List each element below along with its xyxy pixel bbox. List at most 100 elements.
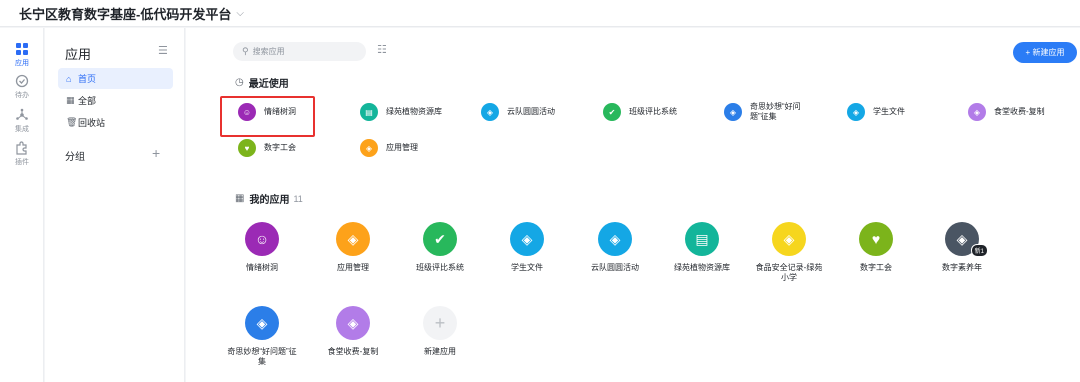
app-icon: ♥	[859, 222, 893, 256]
app-icon: ◈	[772, 222, 806, 256]
recent-app-label: 数字工会	[264, 143, 296, 152]
integration-icon	[16, 108, 28, 120]
rail-label: 应用	[15, 60, 29, 67]
app-tile[interactable]: ✔ 班级评比系统	[405, 222, 475, 273]
recent-app-label: 云队圆圆活动	[507, 107, 555, 116]
app-tile[interactable]: ◈ 应用管理	[318, 222, 388, 273]
app-tile[interactable]: ◈ 食品安全记录-绿苑小学	[754, 222, 824, 283]
app-label: 新建应用	[424, 347, 456, 356]
group-label: 分组	[65, 152, 85, 163]
recent-app-item[interactable]: ♥ 数字工会	[238, 133, 296, 163]
recent-app-item[interactable]: ✔ 班级评比系统	[603, 97, 677, 127]
recent-app-item[interactable]: ◈ 奇思妙想“好问题”征集	[724, 97, 812, 127]
app-tile[interactable]: ◈ 学生文件	[492, 222, 562, 273]
check-circle-icon	[15, 74, 29, 88]
search-icon: ⚲	[242, 46, 249, 56]
app-icon: ▤	[685, 222, 719, 256]
recent-app-label: 绿苑植物资源库	[386, 107, 442, 116]
recent-app-item[interactable]: ◈ 学生文件	[847, 97, 905, 127]
app-icon: ◈	[510, 222, 544, 256]
sidebar-item-label: 全部	[78, 96, 97, 106]
rail-label: 待办	[15, 92, 29, 99]
my-apps-count: 11	[293, 193, 303, 204]
recent-app-item[interactable]: ◈ 应用管理	[360, 133, 418, 163]
platform-title[interactable]: 长宁区教育数字基座-低代码开发平台	[19, 4, 231, 23]
plus-icon: +	[423, 306, 457, 340]
collapse-menu-icon[interactable]: ☰	[158, 44, 168, 57]
add-group-icon[interactable]: +	[152, 145, 160, 161]
plugin-icon	[16, 141, 27, 155]
recent-app-label: 应用管理	[386, 143, 418, 152]
app-label: 班级评比系统	[416, 263, 464, 272]
app-icon: ◈ 新1	[945, 222, 988, 257]
search-placeholder: 搜索应用	[252, 47, 285, 56]
top-bar: 长宁区教育数字基座-低代码开发平台 ⌵	[0, 0, 1080, 27]
app-label: 食品安全记录-绿苑小学	[755, 263, 823, 282]
app-label: 情绪树洞	[246, 263, 278, 272]
app-tile[interactable]: ♥ 数字工会	[841, 222, 911, 273]
app-tile[interactable]: ◈ 云队圆圆活动	[580, 222, 650, 273]
recent-app-item[interactable]: ◈ 云队圆圆活动	[481, 97, 555, 127]
clock-icon: ◷	[235, 77, 244, 88]
app-icon: ♥	[238, 139, 256, 157]
app-tile[interactable]: ☺ 情绪树洞	[227, 222, 297, 273]
app-tile[interactable]: ▤ 绿苑植物资源库	[667, 222, 737, 273]
app-icon: ◈	[336, 306, 370, 340]
app-label: 数字素养年	[942, 263, 982, 272]
chevron-down-icon[interactable]: ⌵	[236, 8, 244, 19]
filter-icon[interactable]: ☷	[377, 43, 387, 56]
app-icon: ◈	[481, 103, 499, 121]
app-tile[interactable]: ◈ 奇思妙想“好问题”征集	[227, 306, 297, 367]
recent-app-label: 班级评比系统	[629, 107, 677, 116]
app-icon: ◈	[598, 222, 632, 256]
app-icon: ◈	[724, 103, 742, 121]
app-sidebar: 应用 ☰ ⌂ 首页 ▦ 全部 🗑 回收站 分组 +	[45, 28, 185, 382]
trash-icon: 🗑	[66, 117, 78, 127]
app-tile[interactable]: ◈ 新1 数字素养年	[927, 222, 997, 273]
rail-label: 集成	[15, 126, 29, 133]
app-icon: ◈	[847, 103, 865, 121]
my-apps-heading: ▦ 我的应用 11	[235, 191, 303, 206]
app-icon: ✔	[423, 222, 457, 256]
recent-heading: ◷ 最近使用	[235, 75, 289, 90]
sidebar-item-all[interactable]: ▦ 全部	[58, 90, 173, 111]
app-label: 学生文件	[511, 263, 543, 272]
recent-app-item[interactable]: ▤ 绿苑植物资源库	[360, 97, 442, 127]
recent-heading-text: 最近使用	[248, 79, 289, 90]
left-rail: 应用 待办 集成 插件	[0, 28, 44, 382]
home-icon: ⌂	[66, 73, 72, 84]
new-app-button[interactable]: + 新建应用	[1013, 42, 1077, 63]
app-label: 应用管理	[337, 263, 369, 272]
app-tile[interactable]: ◈ 食堂收费-复制	[318, 306, 388, 357]
sidebar-item-home[interactable]: ⌂ 首页	[58, 68, 173, 89]
search-input[interactable]: ⚲ 搜索应用	[233, 42, 366, 61]
recent-app-label: 食堂收费-复制	[994, 107, 1045, 116]
rail-item-apps[interactable]: 应用	[0, 42, 44, 68]
sidebar-item-label: 首页	[78, 74, 97, 84]
rail-item-todo[interactable]: 待办	[0, 74, 44, 100]
recent-app-label: 情绪树洞	[264, 107, 296, 116]
recent-app-item[interactable]: ☺ 情绪树洞	[238, 97, 296, 127]
recent-app-item[interactable]: ◈ 食堂收费-复制	[968, 97, 1045, 127]
app-icon: ◈	[968, 103, 986, 121]
new-app-tile[interactable]: + 新建应用	[405, 306, 475, 357]
sidebar-item-trash[interactable]: 🗑 回收站	[58, 112, 173, 133]
app-icon: ✔	[603, 103, 621, 121]
app-icon: ☺	[238, 103, 256, 121]
app-label: 数字工会	[860, 263, 892, 272]
grid-icon: ▦	[66, 95, 75, 105]
rail-item-plugin[interactable]: 插件	[0, 141, 44, 167]
rail-label: 插件	[15, 159, 29, 166]
apps-grid-icon	[16, 43, 28, 55]
grid-icon: ▦	[235, 193, 245, 204]
app-label: 绿苑植物资源库	[674, 263, 730, 272]
sidebar-title: 应用	[65, 47, 92, 62]
recent-app-label: 奇思妙想“好问题”征集	[750, 102, 801, 121]
app-icon: ◈	[245, 306, 279, 340]
rail-item-integration[interactable]: 集成	[0, 108, 44, 134]
my-apps-heading-text: 我的应用	[249, 195, 290, 206]
app-icon: ◈	[336, 222, 370, 256]
app-icon: ◈	[360, 139, 378, 157]
app-label: 食堂收费-复制	[327, 347, 379, 356]
new-badge: 新1	[970, 244, 988, 257]
